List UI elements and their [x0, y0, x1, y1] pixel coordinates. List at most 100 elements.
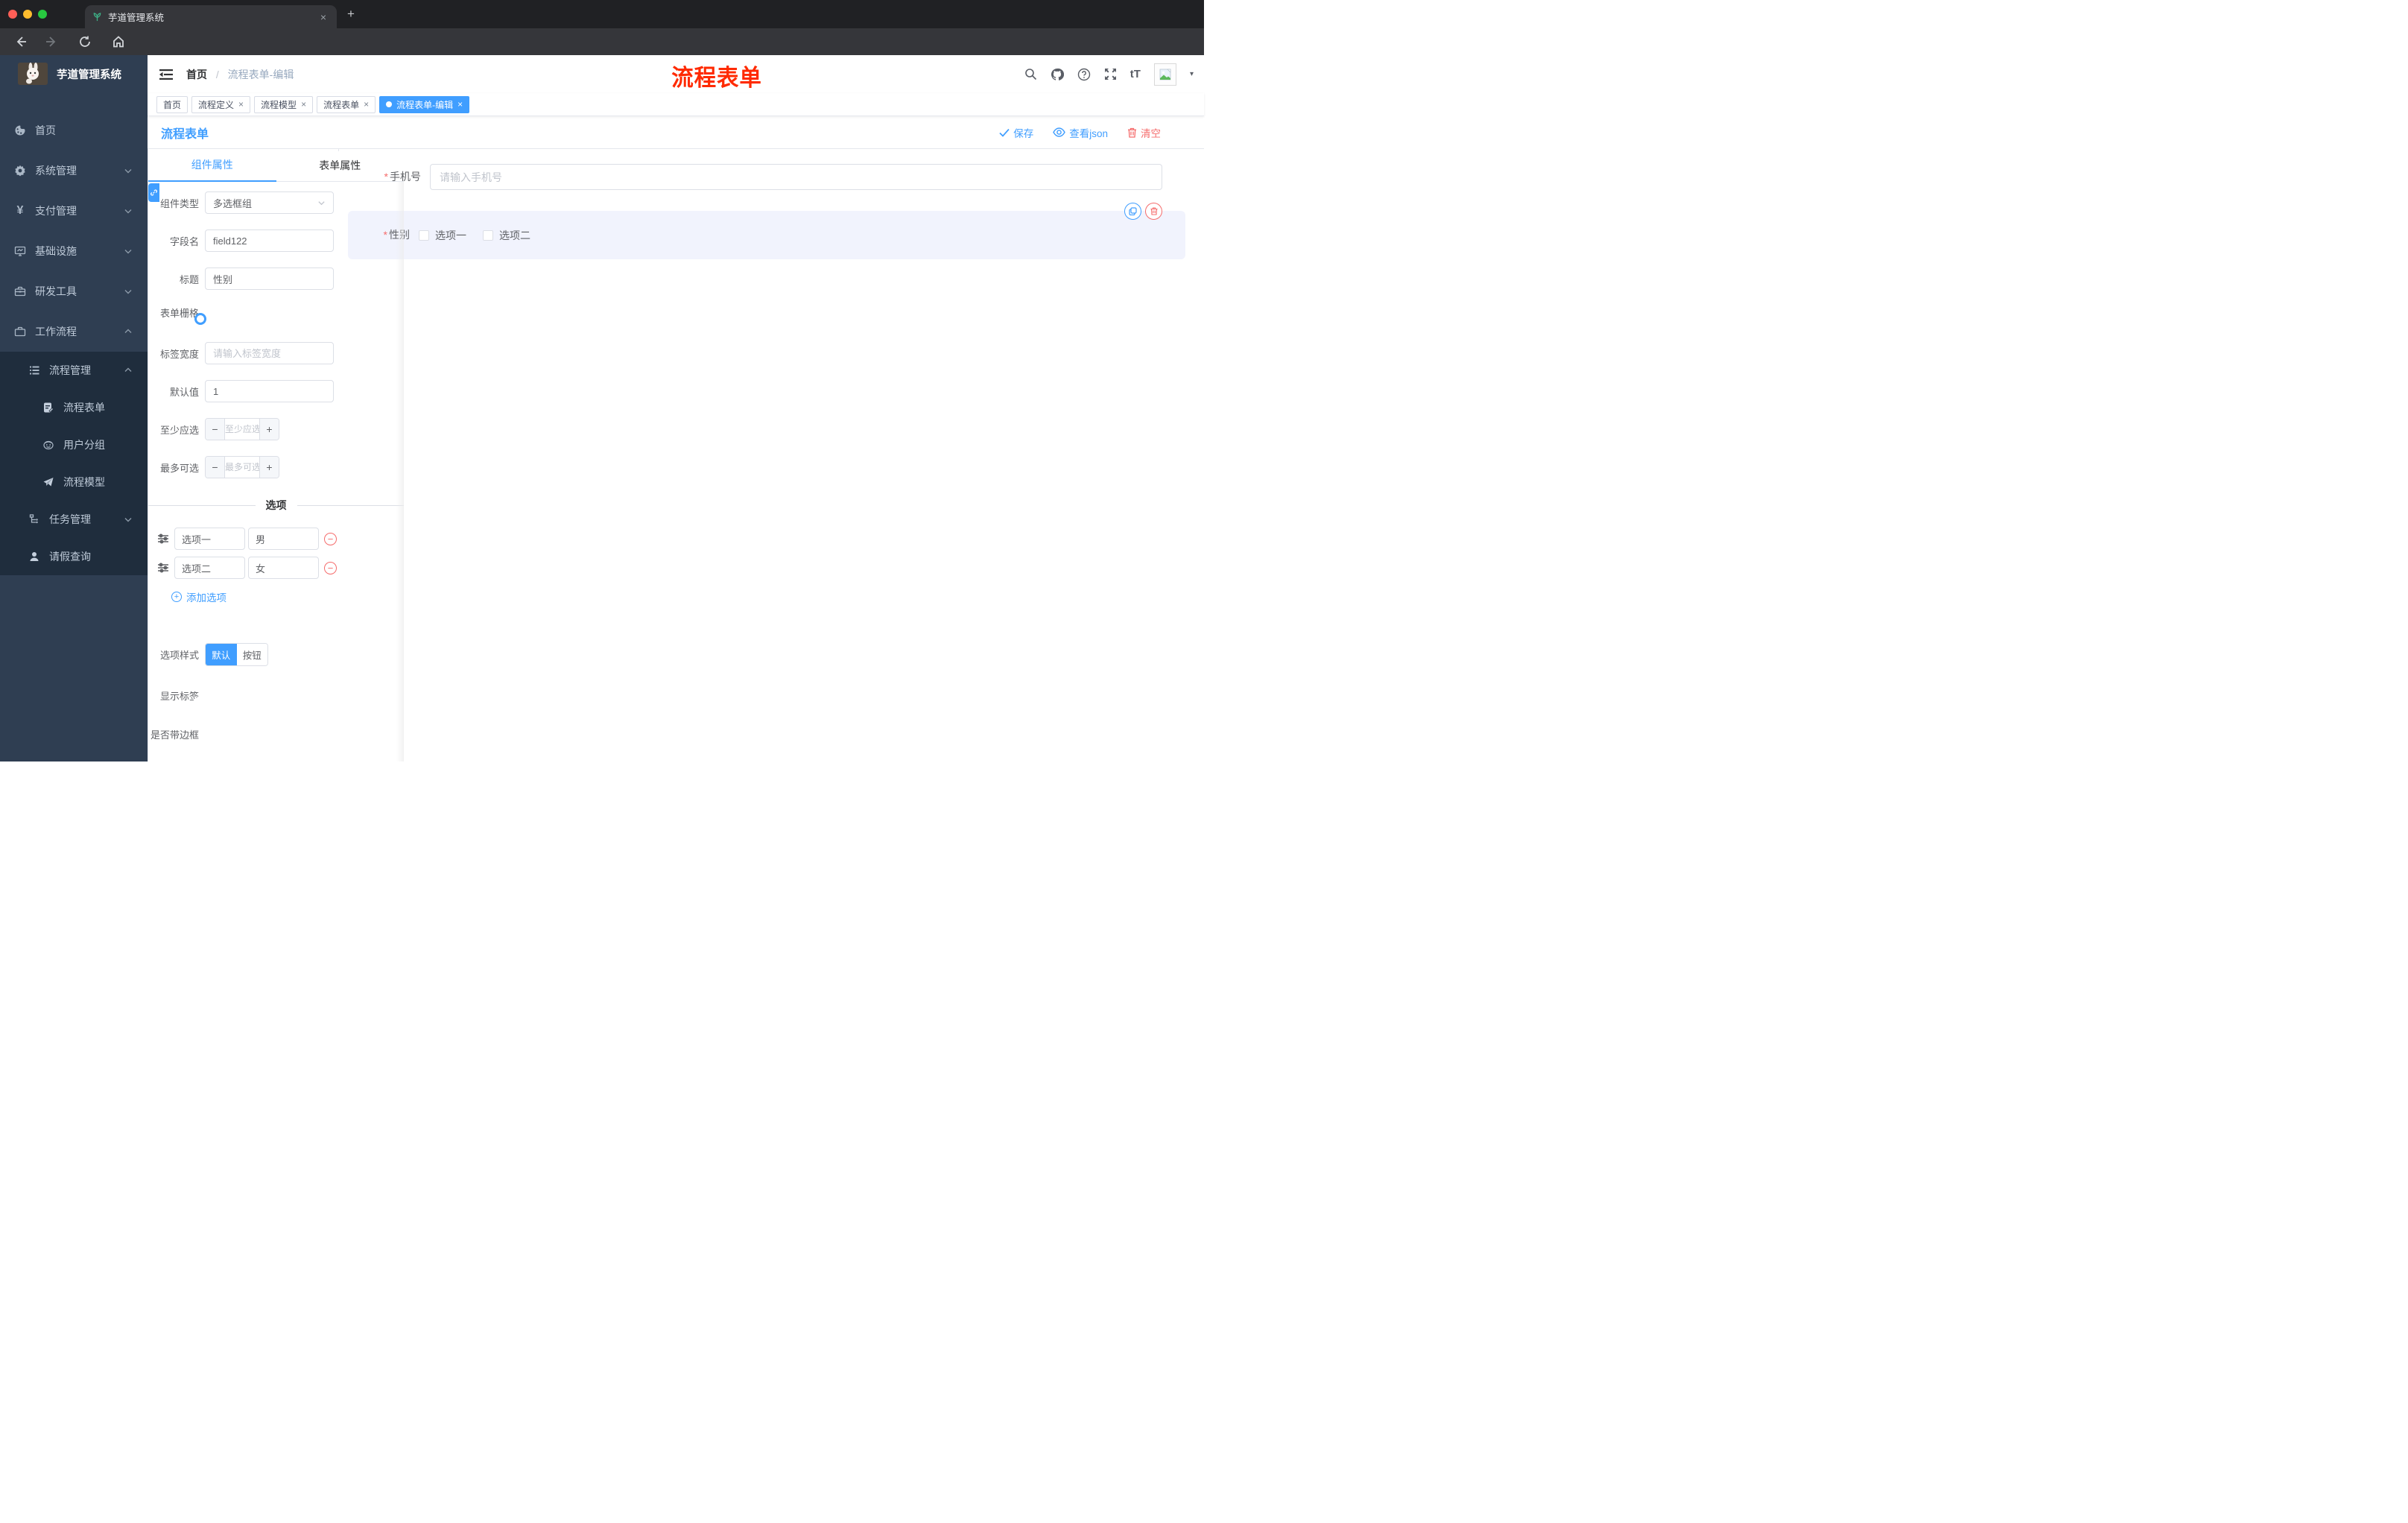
avatar[interactable] — [1153, 63, 1176, 86]
properties-panel: 组件属性 表单属性 组件类型 多选框组 字段名 标题 表单栅格 — [148, 149, 404, 762]
plus-button[interactable]: + — [259, 419, 279, 440]
forward-icon[interactable] — [45, 35, 58, 48]
reload-icon[interactable] — [78, 35, 92, 48]
sidebar-item-label: 用户分组 — [63, 439, 105, 451]
view-json-label: 查看json — [1069, 127, 1108, 139]
default-value-input[interactable] — [205, 380, 334, 403]
link-handle[interactable] — [148, 183, 159, 203]
sidebar-item-label: 流程模型 — [63, 476, 105, 488]
component-type-select[interactable]: 多选框组 — [205, 191, 334, 215]
remove-option-button[interactable]: − — [324, 532, 337, 545]
option-label-input[interactable] — [174, 528, 245, 551]
remove-option-button[interactable]: − — [324, 561, 337, 574]
chevron-down-icon — [124, 166, 133, 175]
option-label-input[interactable] — [174, 557, 245, 580]
save-button[interactable]: 保存 — [999, 125, 1033, 140]
tag-close-icon[interactable]: × — [457, 99, 463, 110]
minus-button[interactable]: − — [206, 457, 225, 478]
delete-component-button[interactable] — [1145, 203, 1162, 221]
add-option-button[interactable]: + 添加选项 — [171, 589, 404, 604]
macos-zoom-button[interactable] — [38, 10, 47, 19]
tag-close-icon[interactable]: × — [238, 99, 244, 110]
breadcrumb-separator: / — [215, 68, 219, 80]
tab-component-props[interactable]: 组件属性 — [148, 149, 276, 183]
label-width-input[interactable] — [205, 342, 334, 365]
minus-button[interactable]: − — [206, 419, 225, 440]
tab-title: 芋道管理系统 — [108, 13, 165, 23]
fullscreen-icon[interactable] — [1104, 68, 1117, 80]
sidebar-item-label: 首页 — [35, 124, 56, 136]
drag-handle-icon[interactable] — [157, 533, 169, 544]
min-input[interactable] — [225, 419, 259, 440]
prop-label: 表单栅格 — [159, 308, 199, 320]
macos-minimize-button[interactable] — [23, 10, 32, 19]
max-input[interactable] — [225, 457, 259, 478]
home-icon[interactable] — [112, 35, 125, 48]
back-icon[interactable] — [14, 35, 28, 48]
tag-close-icon[interactable]: × — [364, 99, 369, 110]
sidebar-item-leave-query[interactable]: 请假查询 — [0, 538, 148, 575]
form-canvas[interactable]: *手机号 *性别 选项一 选项二 — [339, 149, 1204, 260]
tag-home[interactable]: 首页 — [156, 95, 188, 113]
sidebar-item-user-group[interactable]: 用户分组 — [0, 426, 148, 463]
plus-button[interactable]: + — [259, 457, 279, 478]
field-name-input[interactable] — [205, 229, 334, 253]
browser-tab[interactable]: 芋道管理系统 × — [85, 5, 337, 28]
macos-close-button[interactable] — [8, 10, 17, 19]
style-button-button[interactable]: 按钮 — [236, 644, 267, 666]
clear-button[interactable]: 清空 — [1127, 125, 1161, 140]
gear-icon — [14, 165, 26, 177]
canvas-field-gender-selected[interactable]: * 性别 选项一 选项二 — [348, 203, 1185, 260]
option-value-input[interactable] — [248, 557, 319, 580]
prop-row-title: 标题 — [148, 267, 404, 291]
tag-process-form-edit[interactable]: 流程表单-编辑 × — [379, 95, 470, 113]
gender-checkbox-option1[interactable]: 选项一 — [419, 228, 466, 243]
sidebar-item-system[interactable]: 系统管理 — [0, 151, 148, 191]
new-tab-button[interactable]: + — [347, 7, 355, 20]
toolbox-icon — [14, 285, 26, 297]
search-icon[interactable] — [1024, 68, 1037, 80]
style-default-button[interactable]: 默认 — [206, 644, 237, 666]
help-icon[interactable] — [1077, 68, 1091, 81]
title-input[interactable] — [205, 267, 334, 291]
sidebar-item-home[interactable]: 首页 — [0, 110, 148, 151]
option-value-input[interactable] — [248, 528, 319, 551]
tag-process-definition[interactable]: 流程定义 × — [191, 95, 251, 113]
slider-handle[interactable] — [194, 312, 206, 325]
robot-face-icon — [42, 439, 54, 451]
tag-close-icon[interactable]: × — [301, 99, 306, 110]
tag-process-form[interactable]: 流程表单 × — [317, 95, 376, 113]
github-icon[interactable] — [1051, 68, 1064, 81]
sidebar-fold-icon[interactable] — [159, 69, 173, 80]
phone-input[interactable] — [430, 164, 1162, 191]
breadcrumb-home[interactable]: 首页 — [186, 69, 207, 80]
copy-component-button[interactable] — [1124, 203, 1141, 221]
gender-checkbox-option2[interactable]: 选项二 — [483, 228, 530, 243]
prop-row-show-label: 显示标签 — [148, 688, 404, 708]
sidebar-item-process-model[interactable]: 流程模型 — [0, 463, 148, 501]
drag-handle-icon[interactable] — [157, 563, 169, 573]
tab-form-props[interactable]: 表单属性 — [276, 149, 405, 181]
view-json-button[interactable]: 查看json — [1053, 125, 1108, 140]
designer-header: 流程表单 保存 查看json 清空 — [148, 116, 1204, 150]
sidebar-item-infrastructure[interactable]: 基础设施 — [0, 231, 148, 271]
browser-toolbar: 不安全 dashboard.yudao.iocoder.cn/bpm/manag… — [0, 28, 1204, 80]
canvas-field-phone[interactable]: * 手机号 — [357, 164, 1162, 191]
sidebar-item-payment[interactable]: ¥ 支付管理 — [0, 191, 148, 231]
tags-view: 首页 流程定义 × 流程模型 × 流程表单 × 流程表单-编辑 × — [148, 93, 1204, 116]
tab-close-icon[interactable]: × — [317, 11, 329, 23]
checkbox-box[interactable] — [419, 229, 429, 241]
tag-label: 流程表单-编辑 — [396, 99, 454, 110]
checkbox-box[interactable] — [483, 229, 493, 241]
tag-process-model[interactable]: 流程模型 × — [254, 95, 314, 113]
sidebar-item-workflow[interactable]: 工作流程 — [0, 311, 148, 352]
prop-label: 是否带边框 — [150, 729, 199, 741]
sidebar-item-devtools[interactable]: 研发工具 — [0, 271, 148, 311]
avatar-caret-icon[interactable]: ▾ — [1190, 70, 1194, 78]
sidebar-item-process-form[interactable]: 流程表单 — [0, 389, 148, 426]
sidebar-item-task-management[interactable]: 任务管理 — [0, 501, 148, 538]
annotation-text: 流程表单 — [671, 65, 762, 91]
sidebar-item-process-management[interactable]: 流程管理 — [0, 352, 148, 389]
sidebar-item-label: 研发工具 — [35, 285, 77, 297]
font-size-icon[interactable]: tT — [1130, 68, 1141, 80]
